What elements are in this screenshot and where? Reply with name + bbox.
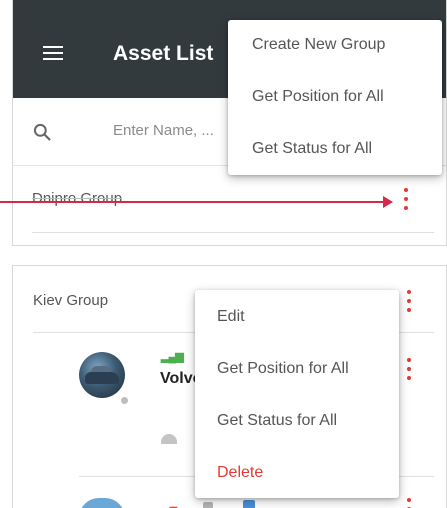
divider — [32, 232, 434, 233]
status-dot — [119, 395, 130, 406]
menu-item-delete[interactable]: Delete — [195, 464, 399, 482]
more-vert-icon[interactable] — [406, 498, 412, 508]
menu-item-get-status-all[interactable]: Get Status for All — [228, 140, 442, 158]
menu-item-get-position-all[interactable]: Get Position for All — [195, 360, 399, 378]
group-name[interactable]: Kiev Group — [33, 292, 108, 309]
hamburger-icon[interactable] — [43, 46, 63, 60]
status-icon — [203, 502, 213, 508]
signal-icon: ▂▄▆ — [161, 351, 184, 363]
signal-icon: ▂▄ — [161, 501, 178, 508]
menu-item-get-position-all[interactable]: Get Position for All — [228, 88, 442, 106]
group-row-dnipro[interactable]: Dnipro Group — [13, 166, 446, 233]
status-icon — [243, 500, 255, 508]
search-icon[interactable] — [32, 122, 52, 142]
group-name: Dnipro Group — [32, 190, 123, 207]
search-input[interactable] — [113, 122, 233, 139]
menu-item-create-group[interactable]: Create New Group — [228, 36, 442, 54]
asset-name[interactable]: Volvo — [160, 370, 200, 388]
avatar[interactable] — [79, 498, 125, 508]
page-title: Asset List — [113, 42, 214, 65]
speed-icon — [161, 434, 177, 444]
menu-item-edit[interactable]: Edit — [195, 308, 399, 326]
more-vert-icon[interactable] — [406, 290, 412, 314]
more-vert-icon[interactable] — [406, 358, 412, 382]
menu-item-get-status-all[interactable]: Get Status for All — [195, 412, 399, 430]
annotation-arrow-line — [0, 201, 384, 203]
avatar[interactable] — [79, 352, 125, 398]
more-vert-icon[interactable] — [403, 188, 409, 212]
overflow-menu: Create New Group Get Position for All Ge… — [228, 20, 442, 175]
annotation-arrow-head — [383, 196, 393, 208]
group-context-menu: Edit Get Position for All Get Status for… — [195, 290, 399, 498]
